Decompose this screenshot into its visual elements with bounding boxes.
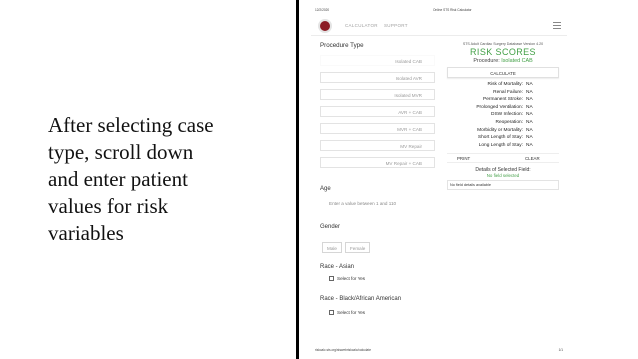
print-header: 12/2/2020 Online STS Risk Calculator: [315, 8, 563, 14]
race-asian-label: Race - Asian: [320, 264, 355, 270]
result-row: Short Length of Stay: NA: [447, 135, 559, 143]
procedure-option-mv-repair-cab[interactable]: MV Repair + CAB: [320, 157, 435, 168]
print-footer: riskcalc.sts.org/stswebriskcalc/calculat…: [315, 348, 563, 353]
result-value: NA: [526, 89, 533, 95]
print-page-count: 1/1: [558, 348, 563, 352]
clear-button[interactable]: CLEAR: [525, 156, 540, 161]
result-label[interactable]: Long Length of Stay:: [479, 143, 523, 148]
result-label[interactable]: Short Length of Stay:: [478, 135, 523, 140]
procedure-option-isolated-avr[interactable]: Isolated AVR: [320, 72, 435, 83]
procedure-prefix: Procedure:: [473, 58, 500, 64]
result-value: NA: [526, 142, 533, 148]
print-date: 12/2/2020: [315, 8, 330, 12]
procedure-option-isolated-mvr[interactable]: Isolated MVR: [320, 89, 435, 100]
race-black-checkbox[interactable]: Select for Yes: [329, 310, 365, 315]
result-value: NA: [526, 135, 533, 141]
risk-scores-title: RISK SCORES: [470, 47, 536, 57]
gender-label: Gender: [320, 224, 341, 230]
race-asian-checkbox[interactable]: Select for Yes: [329, 276, 365, 281]
result-value: NA: [526, 97, 533, 103]
result-label[interactable]: Morbidity or Mortality:: [477, 128, 523, 133]
details-box: No field details available: [447, 180, 559, 191]
result-value: NA: [526, 119, 533, 125]
procedure-option-mv-repair[interactable]: MV Repair: [320, 140, 435, 151]
age-label: Age: [320, 186, 331, 192]
hamburger-menu-icon[interactable]: [553, 22, 561, 29]
caption-line: type, scroll down: [48, 140, 194, 164]
procedure-value: Isolated CAB: [501, 58, 533, 64]
result-row: Long Length of Stay: NA: [447, 143, 559, 151]
risk-scores-panel: STS Adult Cardiac Surgery Database Versi…: [447, 42, 559, 191]
caption-line: variables: [48, 221, 124, 245]
database-version: STS Adult Cardiac Surgery Database Versi…: [462, 42, 544, 46]
caption-line: After selecting case: [48, 113, 214, 137]
procedure-option-isolated-cab[interactable]: Isolated CAB: [320, 55, 435, 66]
result-row: Permanent Stroke: NA: [447, 97, 559, 105]
print-title: Online STS Risk Calculator: [433, 8, 472, 12]
nav-calculator-link[interactable]: CALCULATOR: [345, 23, 378, 28]
caption-line: values for risk: [48, 194, 169, 218]
race-black-check-label: Select for Yes: [337, 310, 366, 315]
result-label[interactable]: Risk of Mortality:: [488, 82, 523, 87]
procedure-type-title: Procedure Type: [320, 42, 364, 49]
print-url: riskcalc.sts.org/stswebriskcalc/calculat…: [315, 348, 371, 352]
gender-female-button[interactable]: Female: [344, 242, 371, 253]
divider-rule: [296, 0, 299, 359]
result-row: DSW Infection: NA: [447, 112, 559, 120]
risk-results: Risk of Mortality: NA Renal Failure: NA Pe…: [447, 82, 559, 150]
calculate-button[interactable]: CALCULATE: [447, 67, 559, 78]
result-value: NA: [526, 127, 533, 133]
gender-male-button[interactable]: Male: [322, 242, 342, 253]
result-label[interactable]: Prolonged Ventilation:: [476, 105, 523, 110]
checkbox-icon[interactable]: [329, 276, 334, 281]
checkbox-icon[interactable]: [329, 310, 334, 315]
sts-logo-icon[interactable]: [318, 19, 332, 33]
result-label[interactable]: Renal Failure:: [493, 90, 523, 95]
gender-options: Male Female: [322, 237, 373, 255]
result-row: Risk of Mortality: NA: [447, 82, 559, 90]
procedure-option-mvr-cab[interactable]: MVR + CAB: [320, 123, 435, 134]
result-value: NA: [526, 112, 533, 118]
result-value: NA: [526, 82, 533, 87]
caption-line: and enter patient: [48, 167, 188, 191]
age-input[interactable]: Enter a value between 1 and 110: [329, 201, 396, 206]
top-navbar: CALCULATOR SUPPORT: [311, 16, 567, 36]
selected-procedure: Procedure: Isolated CAB: [447, 58, 559, 64]
result-value: NA: [526, 104, 533, 110]
print-button[interactable]: PRINT: [457, 156, 470, 161]
result-row: Reoperation: NA: [447, 120, 559, 128]
action-buttons: PRINT CLEAR: [447, 153, 559, 164]
details-selected-value: No field selected: [486, 173, 520, 179]
result-label[interactable]: Reoperation:: [496, 120, 523, 125]
race-black-label: Race - Black/African American: [320, 296, 402, 302]
race-asian-check-label: Select for Yes: [337, 276, 366, 281]
calculator-screenshot: 12/2/2020 Online STS Risk Calculator CAL…: [305, 0, 573, 359]
result-label[interactable]: DSW Infection:: [491, 112, 523, 117]
procedure-options: Isolated CAB Isolated AVR Isolated MVR A…: [320, 55, 435, 168]
procedure-option-avr-cab[interactable]: AVR + CAB: [320, 106, 435, 117]
nav-support-link[interactable]: SUPPORT: [384, 23, 408, 28]
procedure-section: Procedure Type Isolated CAB Isolated AVR…: [320, 42, 435, 174]
result-label[interactable]: Permanent Stroke:: [483, 97, 523, 102]
slide-caption: After selecting case type, scroll down a…: [48, 112, 258, 247]
